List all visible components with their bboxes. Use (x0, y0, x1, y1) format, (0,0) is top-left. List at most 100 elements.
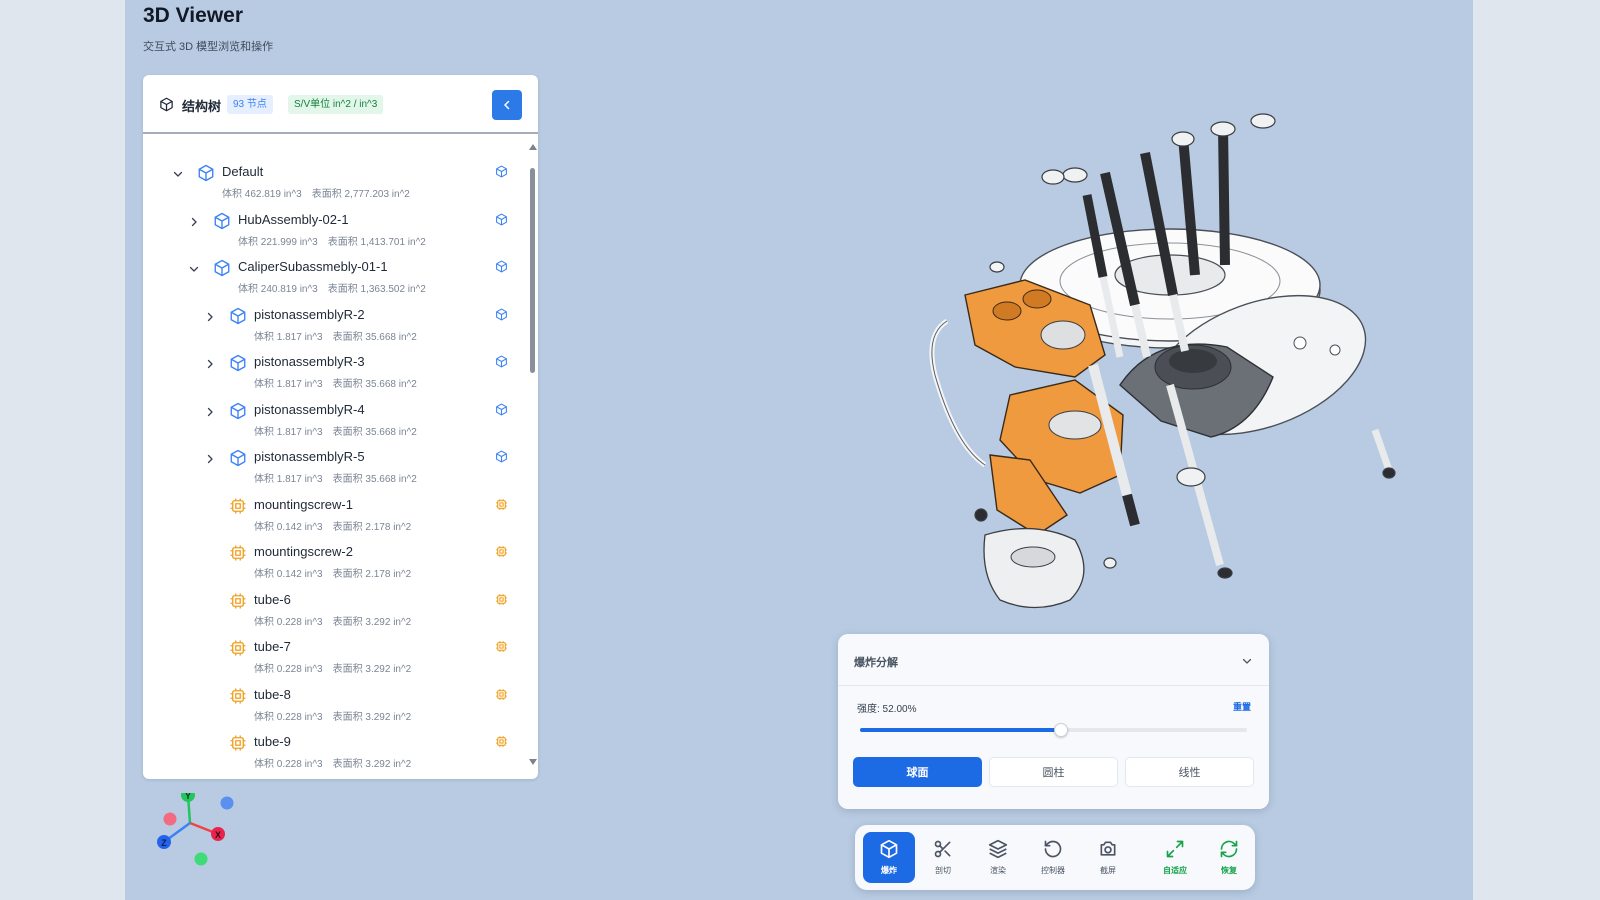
slider-thumb[interactable] (1054, 723, 1069, 737)
focus-assembly-icon[interactable] (495, 165, 509, 179)
tree-node-meta: 体积 1.817 in^3 表面积 35.668 in^2 (254, 470, 417, 485)
chevron-right-icon[interactable] (203, 310, 217, 324)
surface-area-text: 表面积 3.292 in^2 (332, 759, 412, 770)
tree-node-name: mountingscrew-2 (254, 544, 353, 559)
part-chip-icon (229, 734, 247, 752)
focus-part-icon[interactable] (495, 735, 509, 749)
tree-row[interactable]: pistonassemblyR-5 体积 1.817 in^3 表面积 35.668… (143, 444, 528, 490)
surface-area-text: 表面积 1,413.701 in^2 (327, 236, 426, 248)
focus-assembly-icon[interactable] (495, 403, 509, 417)
collapse-panel-button[interactable] (492, 90, 522, 120)
tree-node-meta: 体积 1.817 in^3 表面积 35.668 in^2 (254, 423, 417, 438)
volume-text: 体积 0.142 in^3 (254, 569, 323, 580)
tree-node-meta: 体积 0.228 in^3 表面积 3.292 in^2 (254, 755, 411, 770)
tree-row[interactable]: tube-6 体积 0.228 in^3 表面积 3.292 in^2 (143, 587, 528, 633)
volume-text: 体积 0.228 in^3 (254, 759, 323, 770)
toolbar-button[interactable]: 自适应 (1149, 832, 1201, 883)
toolbar-button[interactable]: 截屏 (1082, 832, 1134, 883)
toolbar-button[interactable]: 剖切 (917, 832, 969, 883)
tree-node-name: pistonassemblyR-2 (254, 306, 365, 322)
surface-area-text: 表面积 2.178 in^2 (332, 569, 412, 580)
explode-mode-button[interactable]: 线性 (1125, 757, 1254, 787)
reset-button[interactable]: 重置 (1233, 700, 1251, 713)
focus-part-icon[interactable] (495, 593, 509, 607)
focus-part-icon[interactable] (495, 545, 509, 559)
lower-bracket (983, 527, 1085, 609)
tree-node-meta: 体积 462.819 in^3 表面积 2,777.203 in^2 (222, 185, 410, 200)
tree-node-name: mountingscrew-1 (254, 496, 353, 512)
model-3d-view[interactable] (775, 95, 1415, 635)
tree-row[interactable]: HubAssembly-02-1 体积 221.999 in^3 表面积 1,413… (143, 207, 528, 253)
axis-x-label: X (215, 830, 221, 840)
tree-row[interactable]: CaliperSubassmebly-01-1 体积 240.819 in^3 表面… (143, 254, 528, 300)
volume-text: 体积 0.142 in^3 (254, 521, 323, 533)
focus-assembly-icon[interactable] (495, 260, 509, 274)
tree-header: 结构树 93 节点 S/V单位 in^2 / in^3 (143, 75, 538, 134)
tree-node-name: pistonassemblyR-3 (254, 354, 365, 369)
tree-node-name: HubAssembly-02-1 (238, 211, 349, 227)
chevron-right-icon[interactable] (203, 357, 217, 371)
tree-node-name: tube-6 (254, 591, 291, 607)
focus-assembly-icon[interactable] (495, 308, 509, 322)
explode-mode-button[interactable]: 球面 (853, 757, 982, 787)
chevron-right-icon[interactable] (203, 405, 217, 419)
chevron-down-icon[interactable] (187, 262, 201, 276)
focus-part-icon[interactable] (495, 640, 509, 654)
assembly-cube-icon (229, 402, 247, 420)
explode-title: 爆炸分解 (854, 657, 898, 669)
chevron-right-icon[interactable] (203, 452, 217, 466)
chevron-right-icon[interactable] (187, 215, 201, 229)
chevron-down-icon[interactable] (1241, 654, 1253, 672)
tree-scrollbar[interactable] (528, 136, 538, 779)
surface-area-text: 表面积 35.668 in^2 (332, 379, 417, 390)
surface-area-text: 表面积 2.178 in^2 (332, 521, 412, 533)
axes-gizmo[interactable]: Y X Z (150, 793, 240, 883)
toolbar-button[interactable]: 爆炸 (863, 832, 915, 883)
surface-area-text: 表面积 3.292 in^2 (332, 664, 412, 675)
tree-node-meta: 体积 0.228 in^3 表面积 3.292 in^2 (254, 708, 411, 723)
focus-assembly-icon[interactable] (495, 450, 509, 464)
tree-row[interactable]: pistonassemblyR-2 体积 1.817 in^3 表面积 35.668… (143, 302, 528, 348)
focus-part-icon[interactable] (495, 498, 509, 512)
strength-slider[interactable] (860, 723, 1247, 737)
tree-row[interactable]: Default 体积 462.819 in^3 表面积 2,777.203 in^2 (143, 159, 528, 205)
slider-fill (860, 728, 1062, 732)
tree-row[interactable]: mountingscrew-1 体积 0.142 in^3 表面积 2.178 in… (143, 492, 528, 538)
tree-node-name: pistonassemblyR-5 (254, 449, 365, 464)
units-badge: S/V单位 in^2 / in^3 (288, 95, 384, 114)
focus-assembly-icon[interactable] (495, 213, 509, 227)
part-chip-icon (229, 497, 247, 515)
assembly-cube-icon (213, 259, 231, 277)
scroll-thumb[interactable] (530, 168, 535, 373)
tree-node-meta: 体积 1.817 in^3 表面积 35.668 in^2 (254, 328, 417, 343)
volume-text: 体积 1.817 in^3 (254, 474, 323, 485)
tree-node-meta: 体积 0.142 in^3 表面积 2.178 in^2 (254, 565, 411, 580)
chevron-down-icon[interactable] (171, 167, 185, 181)
tree-row[interactable]: pistonassemblyR-4 体积 1.817 in^3 表面积 35.668… (143, 397, 528, 443)
structure-tree-panel: 结构树 93 节点 S/V单位 in^2 / in^3 Default 体积 46… (143, 75, 538, 779)
toolbar-button[interactable]: 渲染 (972, 832, 1024, 883)
tree-node-name: tube-8 (254, 686, 291, 702)
scroll-down-arrow-icon[interactable] (529, 759, 537, 765)
explode-mode-button[interactable]: 圆柱 (989, 757, 1118, 787)
tree-row[interactable]: tube-7 体积 0.228 in^3 表面积 3.292 in^2 (143, 634, 528, 680)
focus-assembly-icon[interactable] (495, 355, 509, 369)
scroll-up-arrow-icon[interactable] (529, 144, 537, 150)
bottom-toolbar: 爆炸 剖切 渲染 控制器 截屏 自适应 恢复 (855, 825, 1255, 890)
focus-part-icon[interactable] (495, 688, 509, 702)
surface-area-text: 表面积 1,363.502 in^2 (327, 284, 426, 295)
toolbar-button[interactable]: 控制器 (1027, 832, 1079, 883)
cube-icon (159, 97, 174, 117)
tree-node-name: CaliperSubassmebly-01-1 (238, 259, 388, 274)
volume-text: 体积 0.228 in^3 (254, 664, 323, 675)
tree-row[interactable]: tube-8 体积 0.228 in^3 表面积 3.292 in^2 (143, 682, 528, 728)
tree-row[interactable]: tube-9 体积 0.228 in^3 表面积 3.292 in^2 (143, 729, 528, 775)
tree-list: Default 体积 462.819 in^3 表面积 2,777.203 in^2… (143, 136, 528, 779)
tree-node-meta: 体积 221.999 in^3 表面积 1,413.701 in^2 (238, 233, 426, 248)
surface-area-text: 表面积 35.668 in^2 (332, 426, 417, 438)
tree-row[interactable]: pistonassemblyR-3 体积 1.817 in^3 表面积 35.668… (143, 349, 528, 395)
tree-node-meta: 体积 240.819 in^3 表面积 1,363.502 in^2 (238, 280, 426, 295)
tree-row[interactable]: mountingscrew-2 体积 0.142 in^3 表面积 2.178 in… (143, 539, 528, 585)
explode-header[interactable]: 爆炸分解 (838, 634, 1269, 686)
toolbar-button[interactable]: 恢复 (1203, 832, 1255, 883)
